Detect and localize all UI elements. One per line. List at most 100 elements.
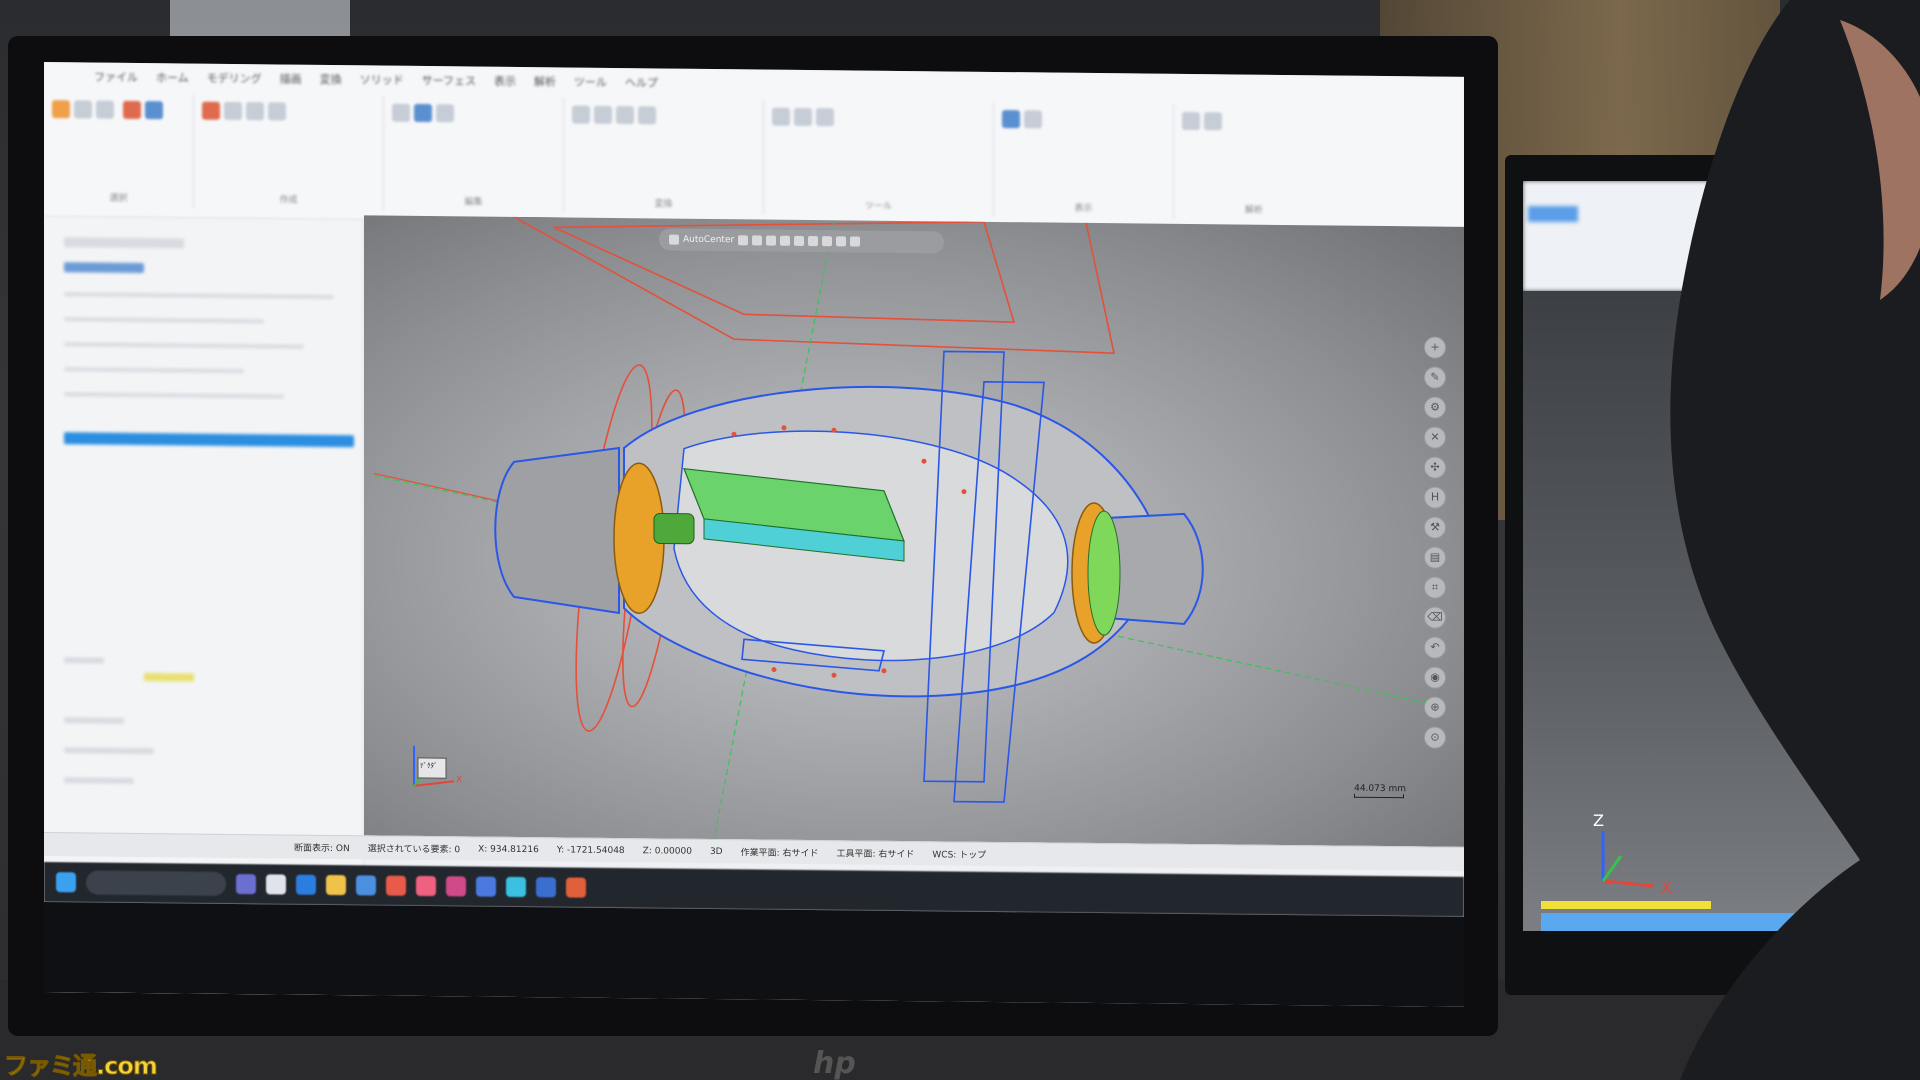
panel-row[interactable]	[64, 292, 334, 300]
cursor-x: X: 934.81216	[478, 844, 539, 855]
app-icon[interactable]	[506, 876, 526, 898]
cursor-z[interactable]: Z: 0.00000	[643, 846, 692, 857]
snap-toggle-icon[interactable]: ✣	[1424, 456, 1446, 479]
trim-icon[interactable]	[392, 103, 410, 122]
menu-file[interactable]: ファイル	[94, 69, 138, 84]
widgets-icon[interactable]	[266, 874, 286, 895]
work-plane-status[interactable]: 作業平面: 右サイド	[741, 845, 819, 859]
offset-icon[interactable]	[436, 104, 454, 123]
app-icon[interactable]	[386, 875, 406, 896]
secondary-active-tab[interactable]	[1528, 206, 1578, 222]
analyze-icon[interactable]	[794, 107, 812, 127]
level-icon[interactable]	[145, 101, 164, 120]
explorer-icon[interactable]	[326, 874, 346, 896]
viewport-toolbar[interactable]: AutoCenter	[659, 228, 944, 254]
watermark-logo: ファミ通.com	[4, 1052, 159, 1080]
delete-tool-icon[interactable]: ⌫	[1424, 606, 1446, 629]
wrench-icon[interactable]: ⚒	[1424, 516, 1446, 539]
chain-icon[interactable]	[96, 100, 114, 119]
line-icon[interactable]	[224, 101, 242, 121]
edge-icon[interactable]	[296, 874, 316, 895]
mode-3d[interactable]: 3D	[710, 846, 723, 856]
panel-toolbar[interactable]	[64, 262, 144, 274]
app-icon[interactable]	[476, 876, 496, 897]
cross-icon[interactable]: ✕	[1424, 426, 1446, 449]
menu-surface[interactable]: サーフェス	[422, 72, 476, 88]
scale-icon[interactable]	[638, 106, 656, 125]
point-icon[interactable]	[766, 235, 777, 246]
gear-icon[interactable]: ⚙	[1424, 396, 1446, 419]
delete-icon[interactable]	[123, 100, 142, 120]
wireframe-icon[interactable]	[1024, 110, 1042, 129]
left-nozzle[interactable]	[494, 446, 620, 615]
filter-icon[interactable]	[74, 100, 92, 119]
select-icon[interactable]	[52, 100, 70, 119]
property-value-highlight[interactable]	[144, 673, 194, 682]
rotate-icon[interactable]	[594, 105, 612, 124]
move-icon[interactable]	[572, 105, 590, 124]
view-triad[interactable]: X ﾃﾞｸﾀﾞ	[394, 736, 464, 807]
extend-icon[interactable]	[414, 103, 432, 123]
panel-row[interactable]	[64, 317, 264, 324]
zoom-icon[interactable]: ⊕	[1424, 696, 1446, 719]
panel-row[interactable]	[64, 237, 184, 249]
app-icon[interactable]	[416, 875, 436, 897]
intersect-icon[interactable]	[822, 236, 833, 247]
lock-icon[interactable]	[669, 234, 679, 245]
app-icon[interactable]	[446, 876, 466, 897]
left-cylinder[interactable]	[653, 512, 695, 545]
menu-help[interactable]: ヘルプ	[625, 74, 658, 89]
cancel-icon[interactable]	[202, 101, 220, 120]
section-view-status[interactable]: 断面表示: ON	[294, 841, 350, 855]
panel-row[interactable]	[64, 367, 244, 374]
quadrant-icon[interactable]	[808, 236, 819, 247]
panel-row[interactable]	[64, 392, 284, 399]
tangent-icon[interactable]	[836, 236, 847, 247]
right-disk-face	[1087, 510, 1121, 636]
app-icon[interactable]	[536, 877, 556, 898]
taskbar-search[interactable]	[86, 870, 226, 896]
shade-icon[interactable]	[1002, 110, 1020, 129]
panel-selected-row[interactable]	[64, 432, 354, 448]
pencil-icon[interactable]: ✎	[1424, 366, 1446, 389]
section-icon[interactable]	[816, 108, 834, 127]
add-icon[interactable]: +	[1424, 336, 1446, 359]
settings-icon[interactable]	[850, 236, 861, 247]
menu-home[interactable]: ホーム	[156, 69, 189, 84]
measure-tool-icon[interactable]: ⌗	[1424, 576, 1446, 599]
graphics-viewport[interactable]: AutoCenter + ✎ ⚙ ✕ ✣ H ⚒ ▤ ⌗ ⌫ ↶ ◉ ⊕ ⊙ X…	[364, 215, 1464, 847]
arc-icon[interactable]	[246, 102, 264, 121]
menu-solid[interactable]: ソリッド	[360, 71, 404, 86]
view-icon[interactable]: ◉	[1424, 666, 1446, 689]
mirror-icon[interactable]	[616, 105, 634, 125]
menu-draw[interactable]: 描画	[280, 70, 302, 85]
cursor-y: Y: -1721.54048	[556, 844, 625, 856]
report-icon[interactable]	[1204, 112, 1222, 131]
autocenter-label[interactable]: AutoCenter	[683, 235, 734, 246]
menu-analyze[interactable]: 解析	[534, 73, 556, 88]
h-icon[interactable]: H	[1424, 486, 1446, 509]
store-icon[interactable]	[356, 875, 376, 896]
circle-icon[interactable]	[268, 102, 286, 121]
undo-icon[interactable]: ↶	[1424, 636, 1446, 659]
person-silhouette	[1670, 0, 1920, 1080]
ribbon-groups: 選択 作成 編集 変換 ツール 表示 解析	[44, 92, 1464, 222]
start-icon[interactable]	[56, 872, 76, 893]
line-snap-icon[interactable]	[780, 235, 791, 246]
tool-plane-status[interactable]: 工具平面: 右サイド	[837, 846, 915, 860]
menu-modeling[interactable]: モデリング	[207, 70, 262, 86]
snap-icon[interactable]	[738, 235, 749, 246]
menu-transform[interactable]: 変換	[320, 71, 342, 86]
menu-tools[interactable]: ツール	[574, 74, 607, 89]
wcs-status[interactable]: WCS: トップ	[932, 847, 986, 861]
center-icon[interactable]	[794, 235, 805, 246]
menu-view[interactable]: 表示	[494, 73, 516, 88]
layer-icon[interactable]: ▤	[1424, 546, 1446, 569]
fit-icon[interactable]: ⊙	[1424, 726, 1446, 749]
grid-icon[interactable]	[752, 235, 763, 246]
task-view-icon[interactable]	[236, 874, 256, 895]
panel-row[interactable]	[64, 342, 304, 349]
app-icon[interactable]	[566, 877, 586, 898]
check-icon[interactable]	[1182, 111, 1200, 131]
measure-icon[interactable]	[772, 107, 790, 126]
